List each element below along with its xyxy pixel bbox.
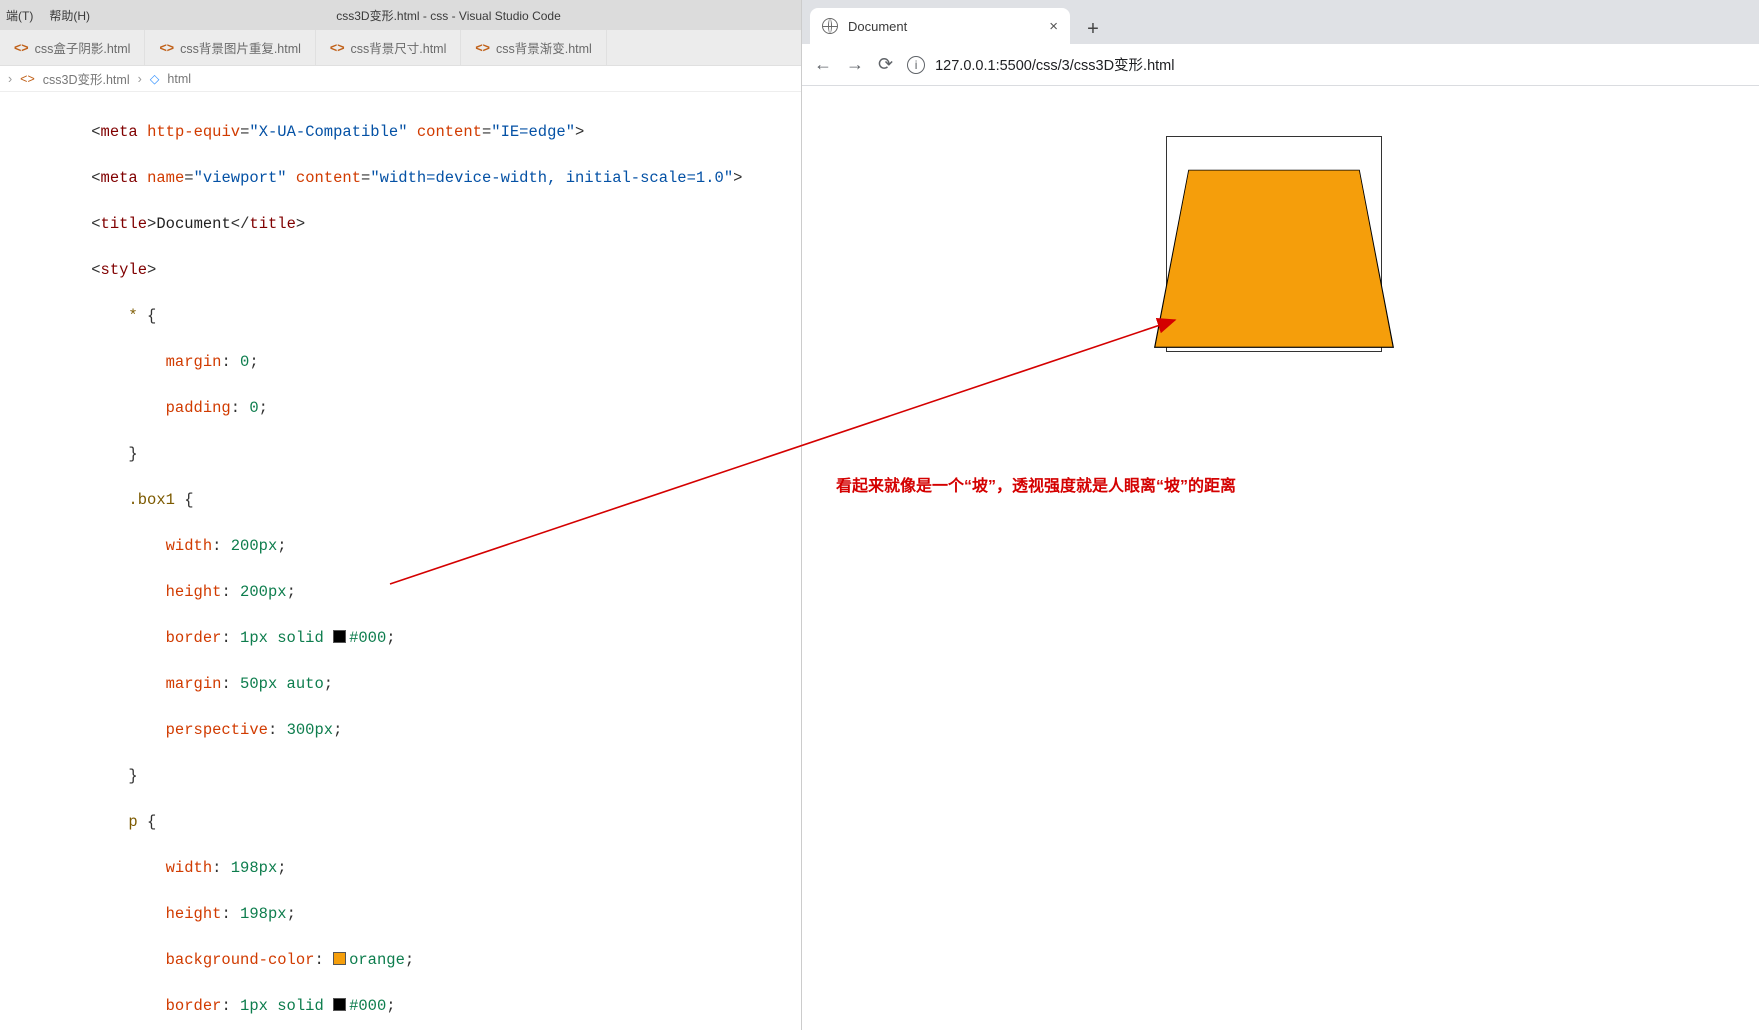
browser-tabs: Document × +: [802, 0, 1759, 44]
breadcrumb-file: css3D变形.html: [43, 69, 130, 88]
globe-icon: [822, 18, 838, 34]
color-swatch-black: [333, 630, 346, 643]
demo-box-outer: [1166, 136, 1382, 352]
close-icon[interactable]: ×: [1049, 18, 1058, 35]
menu-terminal[interactable]: 端(T): [6, 7, 33, 24]
url-text: 127.0.0.1:5500/css/3/css3D变形.html: [935, 54, 1174, 75]
color-swatch-black: [333, 998, 346, 1011]
reload-icon[interactable]: ⟳: [878, 54, 893, 75]
address-bar[interactable]: i 127.0.0.1:5500/css/3/css3D变形.html: [907, 54, 1747, 75]
menu-help[interactable]: 帮助(H): [49, 7, 90, 24]
chevron-right-icon: ›: [138, 72, 142, 86]
tab-label: css盒子阴影.html: [35, 38, 131, 57]
tab-label: css背景图片重复.html: [180, 38, 301, 57]
back-icon[interactable]: ←: [814, 54, 832, 75]
annotation-text: 看起来就像是一个“坡”，透视强度就是人眼离“坡”的距离: [836, 474, 1719, 500]
browser-toolbar: ← → ⟳ i 127.0.0.1:5500/css/3/css3D变形.htm…: [802, 44, 1759, 86]
site-info-icon[interactable]: i: [907, 56, 925, 74]
html-file-icon: <>: [14, 41, 29, 55]
vscode-window: 端(T) 帮助(H) css3D变形.html - css - Visual S…: [0, 0, 802, 1030]
tab-2[interactable]: <> css背景尺寸.html: [316, 30, 461, 65]
vscode-titlebar: 端(T) 帮助(H) css3D变形.html - css - Visual S…: [0, 0, 801, 30]
browser-tab-active[interactable]: Document ×: [810, 8, 1070, 44]
html-file-icon: <>: [159, 41, 174, 55]
tab-0[interactable]: <> css盒子阴影.html: [0, 30, 145, 65]
symbol-icon: ◇: [150, 71, 160, 86]
demo-box-plate: [1154, 170, 1394, 348]
color-swatch-orange: [333, 952, 346, 965]
page-viewport: 看起来就像是一个“坡”，透视强度就是人眼离“坡”的距离: [802, 86, 1759, 1030]
tab-1[interactable]: <> css背景图片重复.html: [145, 30, 315, 65]
tab-label: css背景渐变.html: [496, 38, 592, 57]
new-tab-button[interactable]: +: [1078, 14, 1108, 44]
breadcrumb[interactable]: › <> css3D变形.html › ◇ html: [0, 66, 801, 92]
editor-tabs: <> css盒子阴影.html <> css背景图片重复.html <> css背景尺…: [0, 30, 801, 66]
forward-icon[interactable]: →: [846, 54, 864, 75]
chevron-right-icon: ›: [8, 72, 12, 86]
html-file-icon: <>: [20, 72, 35, 86]
html-file-icon: <>: [475, 41, 490, 55]
code-editor[interactable]: <meta http-equiv="X-UA-Compatible" conte…: [0, 92, 801, 1030]
browser-window: Document × + ← → ⟳ i 127.0.0.1:5500/css/…: [802, 0, 1759, 1030]
gutter: [0, 92, 48, 1030]
breadcrumb-symbol: html: [167, 72, 191, 86]
code-body[interactable]: <meta http-equiv="X-UA-Compatible" conte…: [48, 92, 801, 1030]
tab-3[interactable]: <> css背景渐变.html: [461, 30, 606, 65]
browser-tab-title: Document: [848, 19, 907, 34]
window-title: css3D变形.html - css - Visual Studio Code: [102, 7, 795, 24]
html-file-icon: <>: [330, 41, 345, 55]
tab-label: css背景尺寸.html: [351, 38, 447, 57]
